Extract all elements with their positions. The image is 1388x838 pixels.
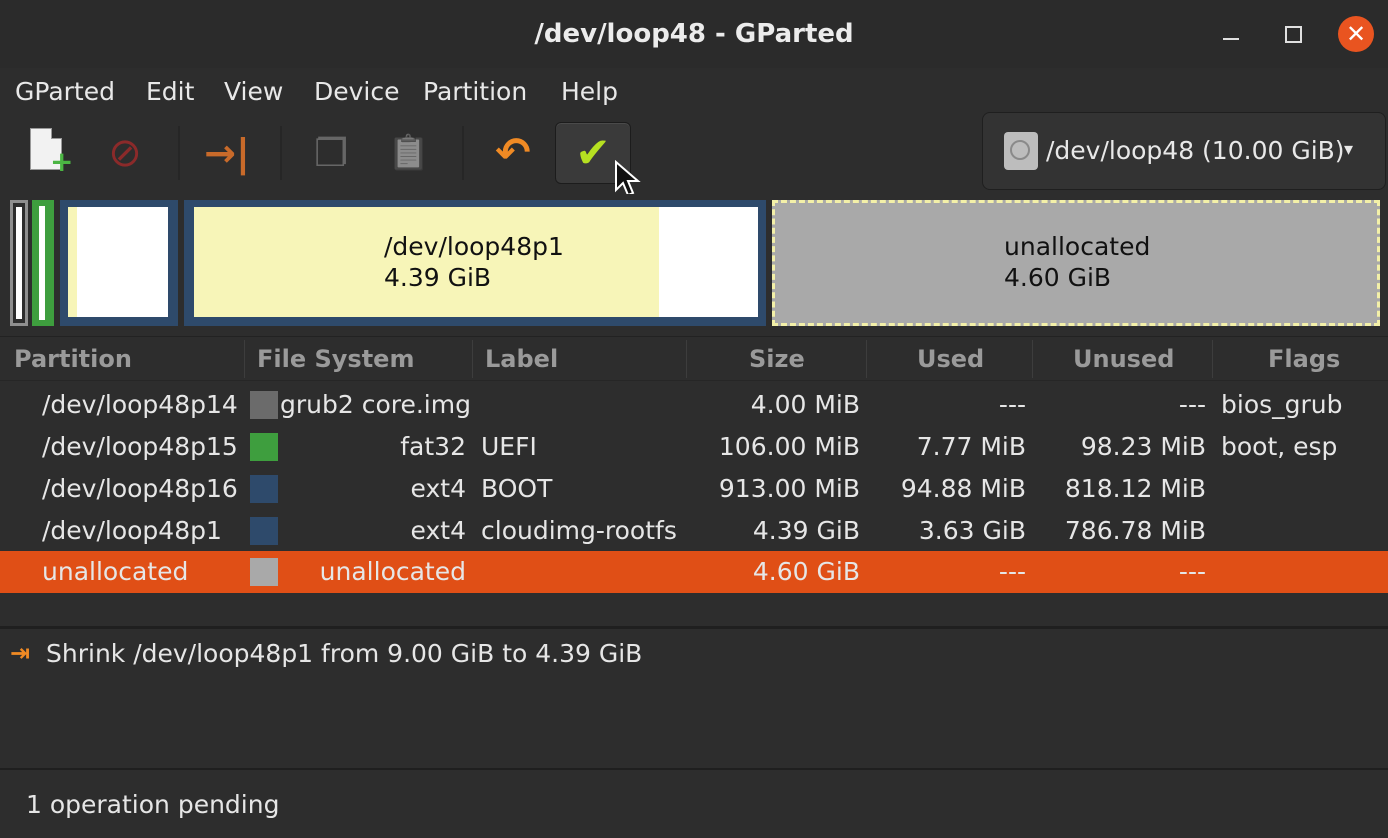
toolbar-separator — [280, 126, 282, 180]
cell-used: 94.88 MiB — [900, 474, 1026, 503]
cell-size: 106.00 MiB — [718, 432, 860, 461]
cell-partition: /dev/loop48p15 — [42, 432, 238, 461]
cell-file-system: fat32 — [400, 432, 466, 461]
device-selector-label: /dev/loop48 (10.00 GiB) — [1046, 136, 1345, 165]
table-row[interactable]: /dev/loop48p14 grub2 core.img 4.00 MiB --- -… — [0, 384, 1388, 426]
header-divider — [0, 380, 1388, 381]
cell-unused: 786.78 MiB — [1064, 516, 1206, 545]
column-header-unused[interactable]: Unused — [1073, 338, 1174, 380]
pending-operation-item[interactable]: Shrink /dev/loop48p1 from 9.00 GiB to 4.… — [46, 636, 642, 672]
column-header-partition[interactable]: Partition — [14, 338, 132, 380]
paste-icon: 📋 — [387, 133, 431, 173]
cell-partition: /dev/loop48p1 — [42, 516, 222, 545]
cell-unused: --- — [1178, 557, 1206, 586]
column-header-flags[interactable]: Flags — [1268, 338, 1340, 380]
column-separator — [866, 340, 867, 378]
cell-size: 4.00 MiB — [750, 390, 860, 419]
cell-flags: boot, esp — [1221, 432, 1338, 461]
table-row[interactable]: /dev/loop48p16 ext4 BOOT 913.00 MiB 94.88 Mi… — [0, 468, 1388, 510]
segment-size: 4.60 GiB — [1004, 263, 1112, 292]
column-separator — [472, 340, 473, 378]
column-separator — [1032, 340, 1033, 378]
cell-file-system: grub2 core.img — [280, 390, 471, 419]
copy-button[interactable]: ❐ — [296, 122, 366, 184]
cell-partition: /dev/loop48p16 — [42, 474, 238, 503]
toolbar-separator — [462, 126, 464, 180]
disk-segment-loop48p14[interactable] — [10, 200, 28, 326]
cell-used: 7.77 MiB — [916, 432, 1026, 461]
column-separator — [244, 340, 245, 378]
delete-partition-button[interactable]: ⊘ — [90, 122, 160, 184]
menu-bar — [0, 68, 1388, 116]
menu-gparted[interactable]: GParted — [15, 72, 115, 112]
cell-file-system: ext4 — [410, 516, 466, 545]
plus-icon: + — [50, 145, 74, 178]
cell-used: --- — [998, 557, 1026, 586]
filesystem-color-swatch — [250, 475, 278, 503]
cell-label: BOOT — [481, 474, 553, 503]
cell-file-system: ext4 — [410, 474, 466, 503]
column-separator — [686, 340, 687, 378]
maximize-button[interactable] — [1276, 18, 1310, 50]
cell-size: 4.60 GiB — [752, 557, 860, 586]
menu-edit[interactable]: Edit — [146, 72, 194, 112]
cell-file-system: unallocated — [319, 557, 466, 586]
cell-unused: --- — [1178, 390, 1206, 419]
chevron-down-icon: ▾ — [1344, 139, 1354, 160]
cell-label: UEFI — [481, 432, 537, 461]
close-button[interactable]: ✕ — [1338, 16, 1374, 52]
menu-view[interactable]: View — [224, 72, 283, 112]
cell-label: cloudimg-rootfs — [481, 516, 677, 545]
column-header-size[interactable]: Size — [749, 338, 805, 380]
cell-partition: /dev/loop48p14 — [42, 390, 238, 419]
cell-size: 4.39 GiB — [752, 516, 860, 545]
copy-icon: ❐ — [313, 131, 349, 175]
paste-button[interactable]: 📋 — [374, 122, 444, 184]
cell-unused: 98.23 MiB — [1080, 432, 1206, 461]
filesystem-color-swatch — [250, 433, 278, 461]
disk-segment-loop48p15[interactable] — [32, 200, 54, 326]
cell-unused: 818.12 MiB — [1064, 474, 1206, 503]
segment-name: /dev/loop48p1 — [384, 232, 564, 261]
menu-device[interactable]: Device — [314, 72, 400, 112]
column-header-label[interactable]: Label — [485, 338, 558, 380]
menu-help[interactable]: Help — [561, 72, 618, 112]
segment-name: unallocated — [1004, 232, 1151, 261]
table-row[interactable]: /dev/loop48p15 fat32 UEFI 106.00 MiB 7.77 Mi… — [0, 426, 1388, 468]
undo-button[interactable]: ↶ — [478, 122, 548, 184]
table-row[interactable]: unallocated unallocated 4.60 GiB --- --- — [0, 551, 1388, 593]
filesystem-color-swatch — [250, 391, 278, 419]
resize-move-icon: →| — [204, 131, 250, 175]
window-title: /dev/loop48 - GParted — [534, 19, 854, 49]
segment-size: 4.39 GiB — [384, 263, 492, 292]
toolbar-separator — [178, 126, 180, 180]
status-text: 1 operation pending — [26, 790, 280, 819]
table-row[interactable]: /dev/loop48p1 ext4 cloudimg-rootfs 4.39 GiB… — [0, 510, 1388, 552]
column-header-file-system[interactable]: File System — [257, 338, 414, 380]
resize-move-icon: ⇥ — [10, 639, 31, 667]
minimize-button[interactable] — [1214, 20, 1248, 50]
cell-used: 3.63 GiB — [918, 516, 1026, 545]
cell-partition: unallocated — [42, 557, 189, 586]
new-partition-button[interactable]: + — [12, 122, 82, 184]
disk-segment-loop48p16[interactable] — [60, 200, 178, 326]
column-header-used[interactable]: Used — [917, 338, 984, 380]
filesystem-color-swatch — [250, 558, 278, 586]
cell-flags: bios_grub — [1221, 390, 1343, 419]
menu-partition[interactable]: Partition — [423, 72, 527, 112]
resize-move-button[interactable]: →| — [192, 122, 262, 184]
column-separator — [1212, 340, 1213, 378]
delete-partition-icon: ⊘ — [108, 130, 142, 176]
undo-icon: ↶ — [495, 128, 531, 177]
cell-used: --- — [998, 390, 1026, 419]
disk-icon — [1004, 132, 1038, 170]
disk-segment-usage-fill — [194, 207, 758, 317]
cell-size: 913.00 MiB — [718, 474, 860, 503]
filesystem-color-swatch — [250, 517, 278, 545]
